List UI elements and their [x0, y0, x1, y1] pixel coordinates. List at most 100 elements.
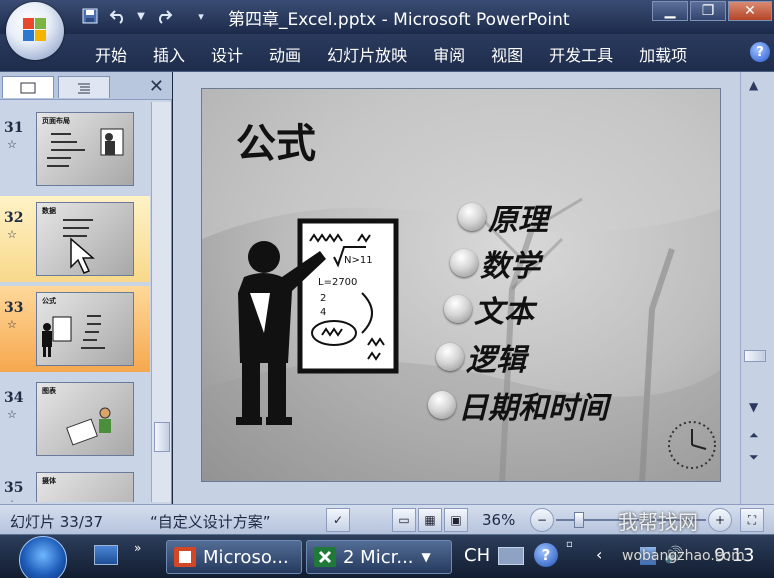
title-bar: ▼ ▾ 第四章_Excel.pptx - Microsoft PowerPoin…	[0, 0, 774, 34]
zoom-out-button[interactable]: −	[530, 508, 554, 532]
close-button[interactable]: ✕	[728, 1, 772, 21]
bullet-item[interactable]: 原理	[458, 195, 548, 239]
slide-number: 33	[4, 300, 24, 316]
tray-expand-icon[interactable]: ‹	[596, 545, 602, 564]
keyboard-icon[interactable]	[498, 547, 524, 565]
taskbar-overflow-icon[interactable]: »	[134, 541, 141, 555]
zoom-in-button[interactable]: +	[708, 508, 732, 532]
slide-thumbnail: 摄体	[36, 472, 134, 502]
thumbnail-title: 页面布局	[42, 117, 70, 125]
help-tray-icon[interactable]: ?	[534, 543, 558, 567]
outline-tab[interactable]	[58, 76, 110, 98]
bullet-orb-icon	[458, 203, 486, 231]
bullet-item[interactable]: 文本	[444, 287, 534, 331]
tab-review[interactable]: 审阅	[420, 42, 478, 66]
thumbnail-33[interactable]: 33 ☆ 公式	[0, 286, 150, 372]
bullet-text: 逻辑	[466, 343, 526, 378]
window-title: 第四章_Excel.pptx - Microsoft PowerPoint	[228, 10, 570, 30]
show-desktop-icon[interactable]	[94, 545, 118, 565]
powerpoint-task-label: Microso...	[203, 546, 289, 568]
ribbon-tabs: 开始 插入 设计 动画 幻灯片放映 审阅 视图 开发工具 加载项	[82, 42, 700, 66]
zoom-slider-thumb[interactable]	[574, 512, 584, 528]
svg-text:L=2700: L=2700	[318, 277, 357, 288]
slide-editor: 公式 N>11 L=2700 2 4 原理 数学 文本 逻辑 日期和时间	[173, 72, 740, 504]
tab-slideshow[interactable]: 幻灯片放映	[314, 42, 420, 66]
bullet-orb-icon	[444, 295, 472, 323]
spelling-check-icon[interactable]: ✓	[326, 508, 350, 532]
scroll-up-icon[interactable]: ▲	[749, 78, 758, 92]
thumbnails-scrollbar[interactable]	[151, 102, 171, 502]
watermark-url: wobangzhao.com	[622, 548, 745, 564]
next-slide-icon[interactable]: ⏷	[749, 450, 759, 465]
windows-logo-icon	[19, 536, 67, 578]
slides-pane: ✕ 31 ☆ 页面布局 32 ☆ 数据 33 ☆ 公式 34 ☆ 图表 35 摄…	[0, 72, 172, 504]
clock-icon	[668, 421, 716, 469]
scrollbar-thumb[interactable]	[154, 422, 170, 452]
tab-view[interactable]: 视图	[478, 42, 536, 66]
chart-clipart-icon	[66, 407, 111, 446]
current-slide[interactable]: 公式 N>11 L=2700 2 4 原理 数学 文本 逻辑 日期和时间	[201, 88, 721, 482]
thumbnail-31[interactable]: 31 ☆ 页面布局	[0, 106, 150, 192]
bullet-item[interactable]: 逻辑	[436, 335, 526, 379]
customize-toolbar-icon[interactable]: ▾	[194, 6, 208, 26]
fit-to-window-button[interactable]: ⛶	[740, 508, 764, 532]
pane-tabs: ✕	[0, 72, 172, 100]
language-indicator[interactable]: CH	[464, 545, 490, 566]
transition-star-icon: ☆	[7, 408, 17, 421]
tab-home[interactable]: 开始	[82, 42, 140, 66]
thumbnail-34[interactable]: 34 ☆ 图表	[0, 376, 150, 462]
bullet-orb-icon	[436, 343, 464, 371]
teacher-whiteboard-clipart: N>11 L=2700 2 4	[236, 218, 399, 425]
scroll-down-icon[interactable]: ▼	[749, 400, 758, 414]
slide-scrollbar[interactable]: ▲ ▼ ⏶ ⏷	[740, 72, 774, 504]
slides-tab[interactable]	[2, 76, 54, 98]
bullet-text: 原理	[488, 203, 548, 238]
minimize-button[interactable]: ▁	[652, 1, 688, 21]
excel-icon	[314, 547, 336, 567]
thumbnail-list: 31 ☆ 页面布局 32 ☆ 数据 33 ☆ 公式 34 ☆ 图表 35 摄体	[0, 102, 150, 502]
pane-close-icon[interactable]: ✕	[149, 76, 164, 97]
transition-star-icon: ☆	[7, 498, 17, 502]
redo-icon[interactable]	[154, 6, 174, 26]
bullet-item[interactable]: 日期和时间	[428, 383, 608, 427]
undo-dropdown-icon[interactable]: ▼	[136, 6, 146, 26]
excel-taskbar-button[interactable]: 2 Micr... ▼	[306, 540, 452, 574]
slide-sorter-button[interactable]: ▦	[418, 508, 442, 532]
watermark-text: 我帮找网	[618, 510, 698, 534]
zoom-level[interactable]: 36%	[482, 511, 515, 529]
outline-view-icon	[78, 83, 90, 93]
slide-thumbnail: 图表	[36, 382, 134, 456]
thumbnail-title: 图表	[42, 387, 56, 395]
help-icon[interactable]: ?	[750, 42, 770, 62]
bullet-item[interactable]: 数学	[450, 241, 540, 285]
tab-insert[interactable]: 插入	[140, 42, 198, 66]
thumbnail-title: 数据	[42, 207, 56, 215]
bullet-orb-icon	[428, 391, 456, 419]
tab-animations[interactable]: 动画	[256, 42, 314, 66]
tab-design[interactable]: 设计	[198, 42, 256, 66]
powerpoint-icon	[174, 547, 196, 567]
office-button[interactable]	[6, 2, 64, 60]
scrollbar-thumb[interactable]	[744, 350, 766, 362]
restore-button[interactable]: ❐	[690, 1, 726, 21]
slide-title[interactable]: 公式	[236, 111, 316, 169]
start-button[interactable]	[14, 536, 72, 578]
thumbnail-35[interactable]: 35 ☆ 摄体	[0, 466, 150, 502]
thumbnail-title: 公式	[42, 297, 56, 305]
undo-icon[interactable]	[108, 6, 128, 26]
save-icon[interactable]	[80, 6, 100, 26]
slide-counter: 幻灯片 33/37	[10, 513, 103, 531]
slide-thumbnail: 数据	[36, 202, 134, 276]
tab-developer[interactable]: 开发工具	[536, 42, 626, 66]
transition-star-icon: ☆	[7, 228, 17, 241]
bullet-text: 文本	[474, 295, 534, 330]
tab-addins[interactable]: 加载项	[626, 42, 700, 66]
previous-slide-icon[interactable]: ⏶	[749, 428, 759, 443]
tray-options-icon[interactable]: ▫	[566, 539, 573, 550]
thumbnail-32[interactable]: 32 ☆ 数据	[0, 196, 150, 282]
slideshow-button[interactable]: ▣	[444, 508, 468, 532]
task-group-dropdown-icon[interactable]: ▼	[422, 550, 431, 564]
normal-view-button[interactable]: ▭	[392, 508, 416, 532]
powerpoint-taskbar-button[interactable]: Microso...	[166, 540, 302, 574]
bullet-text: 数学	[480, 249, 540, 284]
